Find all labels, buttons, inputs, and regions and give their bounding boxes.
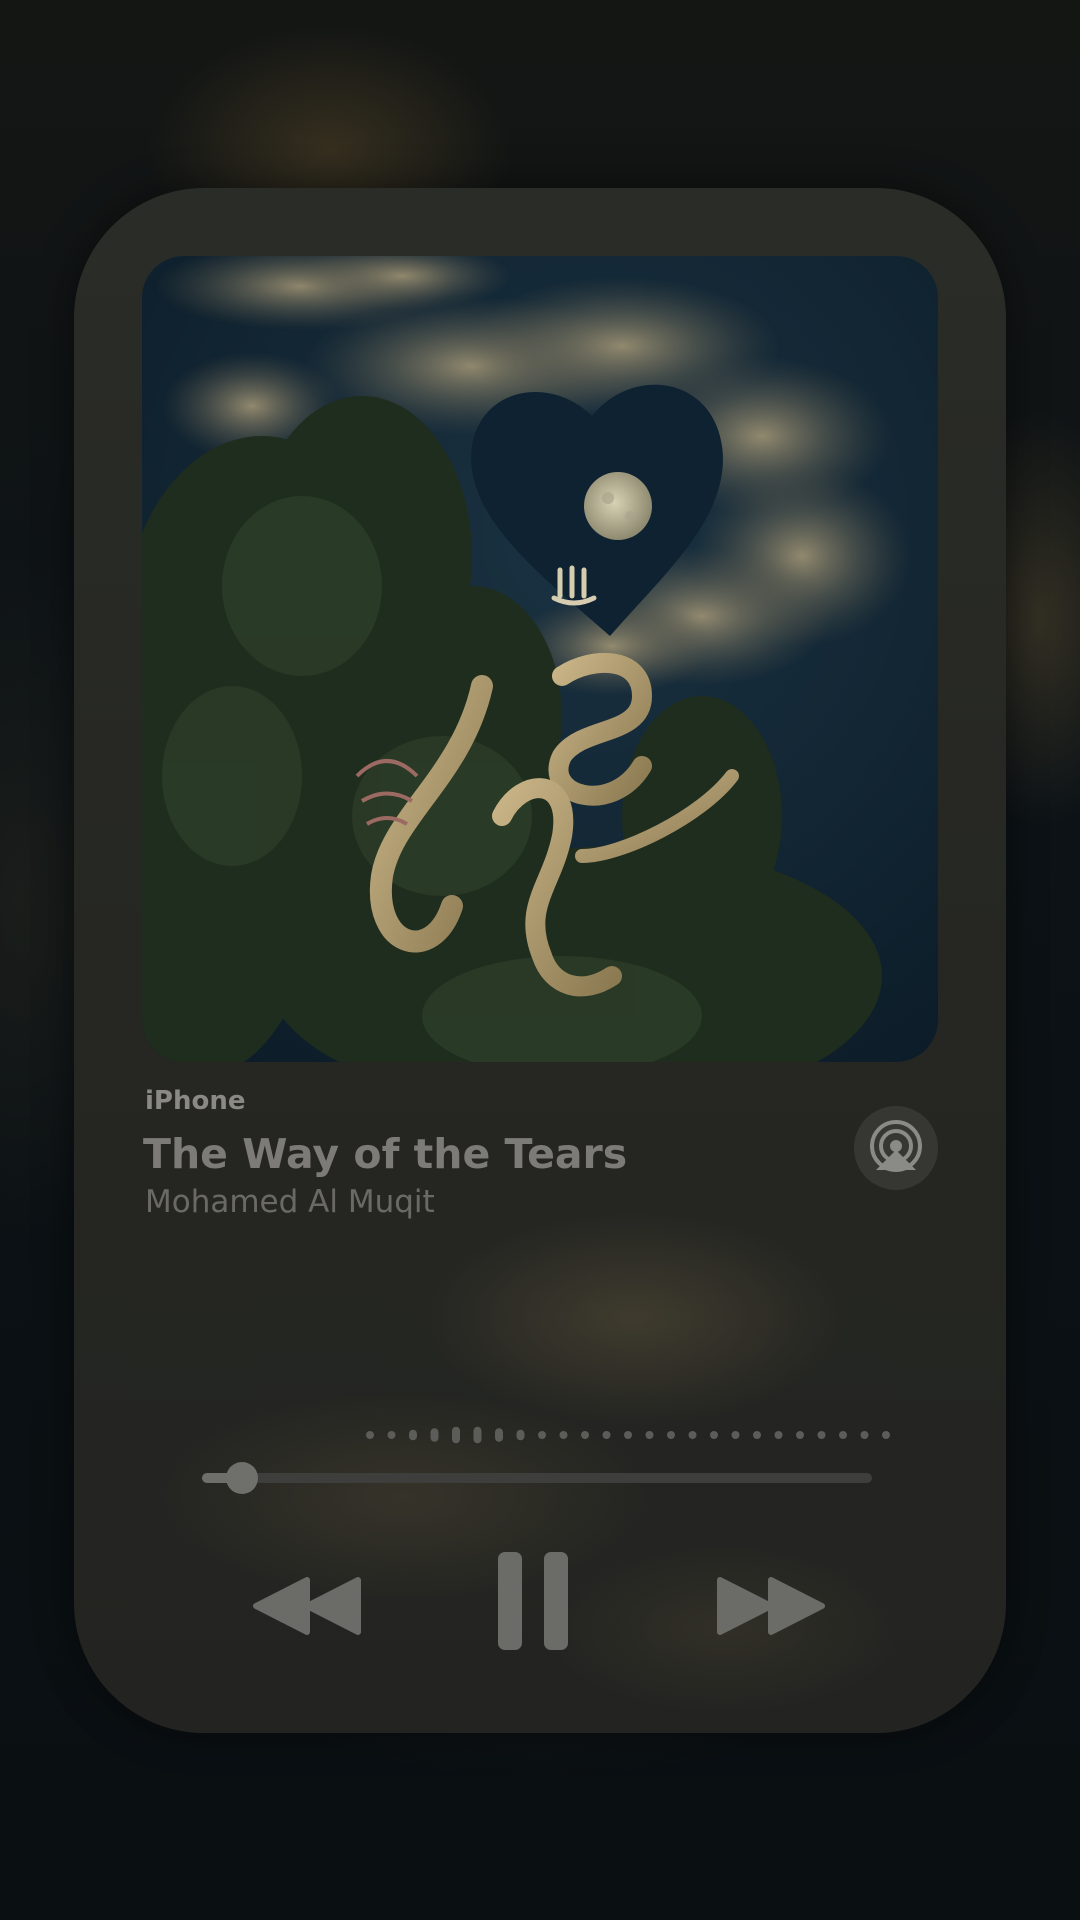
progress-bar[interactable] bbox=[202, 1462, 872, 1494]
waveform-bar bbox=[796, 1431, 804, 1439]
airplay-audio-icon bbox=[870, 1120, 922, 1172]
waveform-bar bbox=[624, 1431, 632, 1439]
waveform-bar bbox=[473, 1426, 482, 1444]
forward-icon bbox=[717, 1577, 825, 1635]
audio-waveform bbox=[366, 1426, 890, 1444]
now-playing-screen: iPhone The Way of the Tears Mohamed Al M… bbox=[0, 0, 1080, 1920]
waveform-bar bbox=[667, 1431, 675, 1439]
waveform-bar bbox=[366, 1431, 374, 1439]
waveform-bar bbox=[495, 1428, 503, 1442]
airplay-button[interactable] bbox=[854, 1106, 938, 1190]
waveform-bar bbox=[559, 1431, 568, 1439]
output-device-label: iPhone bbox=[145, 1086, 246, 1116]
waveform-bar bbox=[602, 1431, 611, 1439]
waveform-bar bbox=[538, 1431, 546, 1439]
backward-icon bbox=[253, 1577, 361, 1635]
waveform-bar bbox=[430, 1428, 439, 1442]
progress-scrubber[interactable] bbox=[226, 1462, 259, 1494]
pause-button[interactable] bbox=[494, 1548, 574, 1658]
waveform-bar bbox=[409, 1429, 417, 1441]
waveform-bar bbox=[817, 1431, 826, 1439]
waveform-bar bbox=[452, 1426, 460, 1444]
waveform-bar bbox=[688, 1431, 697, 1439]
waveform-bar bbox=[860, 1431, 869, 1439]
track-artist: Mohamed Al Muqit bbox=[145, 1184, 435, 1220]
pause-icon bbox=[498, 1552, 568, 1650]
waveform-bar bbox=[731, 1431, 740, 1439]
waveform-bar bbox=[387, 1431, 396, 1439]
waveform-bar bbox=[581, 1431, 589, 1439]
waveform-bar bbox=[645, 1431, 654, 1439]
waveform-bar bbox=[882, 1431, 890, 1439]
rewind-button[interactable] bbox=[252, 1566, 362, 1646]
waveform-bar bbox=[753, 1431, 761, 1439]
waveform-bar bbox=[516, 1429, 525, 1441]
waveform-bar bbox=[774, 1431, 783, 1439]
waveform-bar bbox=[710, 1431, 718, 1439]
album-artwork bbox=[142, 256, 938, 1062]
track-title: The Way of the Tears bbox=[143, 1130, 628, 1178]
forward-button[interactable] bbox=[716, 1566, 826, 1646]
player-card: iPhone The Way of the Tears Mohamed Al M… bbox=[74, 188, 1006, 1733]
waveform-bar bbox=[839, 1431, 847, 1439]
